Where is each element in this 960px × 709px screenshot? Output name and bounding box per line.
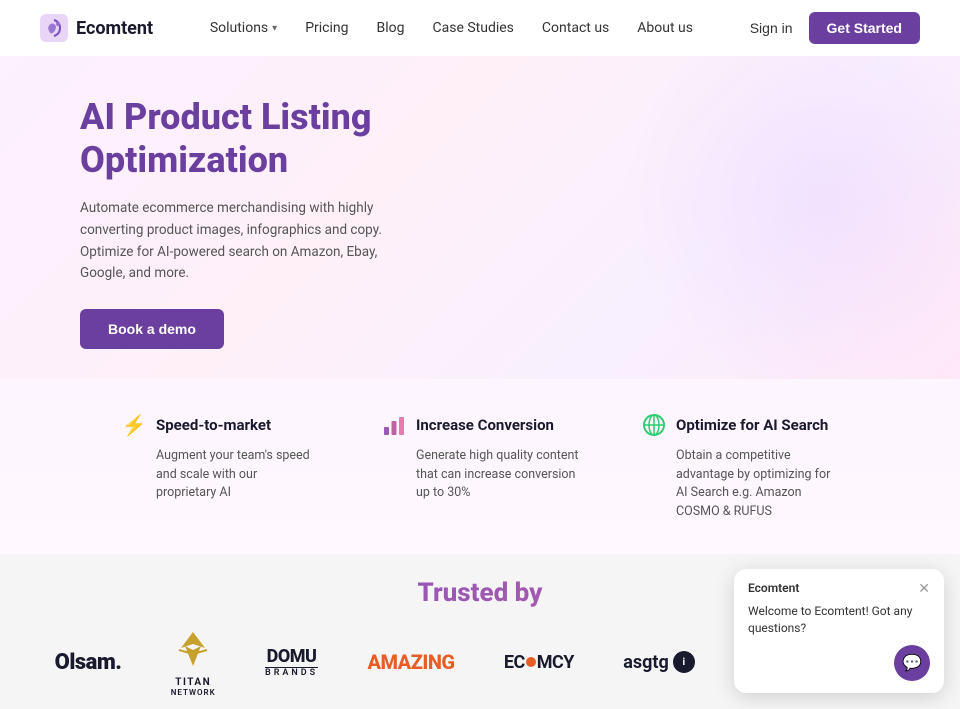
titan-icon (171, 628, 215, 677)
nav-center: Solutions ▾ Pricing Blog Case Studies Co… (210, 20, 693, 36)
feature-ai-search: Optimize for AI Search Obtain a competit… (640, 411, 840, 522)
hero-title: AI Product Listing Optimization (80, 96, 480, 182)
nav-pricing[interactable]: Pricing (305, 20, 348, 36)
feature-speed: ⚡ Speed-to-market Augment your team's sp… (120, 411, 320, 522)
chat-message: Welcome to Ecomtent! Got any questions? (748, 603, 930, 637)
trusted-section: Trusted by Olsam. TITAN NETWORK DOMU BRA… (0, 554, 960, 709)
logo-text: Ecomtent (76, 18, 153, 39)
bar-chart-icon (380, 411, 408, 439)
nav-about[interactable]: About us (637, 20, 693, 36)
hero-subtitle: Automate ecommerce merchandising with hi… (80, 198, 420, 284)
nav-right: Sign in Get Started (750, 12, 920, 44)
chat-bubble-icon: 💬 (902, 653, 922, 673)
feature-speed-title: Speed-to-market (156, 416, 271, 434)
chat-open-button[interactable]: 💬 (894, 645, 930, 681)
globe-icon (640, 411, 668, 439)
chat-widget-title: Ecomtent (748, 581, 799, 595)
lightning-icon: ⚡ (120, 411, 148, 439)
chat-widget: Ecomtent ✕ Welcome to Ecomtent! Got any … (734, 569, 944, 693)
feature-speed-desc: Augment your team's speed and scale with… (120, 447, 320, 503)
nav-contact[interactable]: Contact us (542, 20, 609, 36)
hero-section: AI Product Listing Optimization Automate… (0, 56, 960, 379)
nav-case-studies[interactable]: Case Studies (433, 20, 514, 36)
nav-blog[interactable]: Blog (377, 20, 405, 36)
logo-link[interactable]: Ecomtent (40, 14, 153, 42)
feature-conversion-desc: Generate high quality content that can i… (380, 447, 580, 503)
feature-ai-search-header: Optimize for AI Search (640, 411, 840, 439)
logo-olsam: Olsam. (55, 650, 122, 675)
logo-titan-network: TITAN NETWORK (171, 628, 216, 697)
feature-conversion-title: Increase Conversion (416, 416, 554, 434)
logo-amazing: AMAZING (367, 650, 454, 674)
nav-solutions[interactable]: Solutions ▾ (210, 20, 277, 36)
features-section: ⚡ Speed-to-market Augment your team's sp… (0, 379, 960, 554)
chat-footer: 💬 (748, 645, 930, 681)
feature-speed-header: ⚡ Speed-to-market (120, 411, 320, 439)
asgtgi-icon: i (673, 651, 695, 673)
logo-domu-brands: DOMU BRANDS (265, 646, 318, 678)
navbar: Ecomtent Solutions ▾ Pricing Blog Case S… (0, 0, 960, 56)
chat-header: Ecomtent ✕ (748, 581, 930, 595)
chevron-down-icon: ▾ (272, 23, 277, 34)
logo-icon (40, 14, 68, 42)
feature-ai-search-desc: Obtain a competitive advantage by optimi… (640, 447, 840, 522)
chat-close-button[interactable]: ✕ (918, 581, 930, 595)
signin-button[interactable]: Sign in (750, 20, 793, 36)
get-started-button[interactable]: Get Started (809, 12, 920, 44)
feature-conversion: Increase Conversion Generate high qualit… (380, 411, 580, 522)
feature-ai-search-title: Optimize for AI Search (676, 416, 828, 434)
feature-conversion-header: Increase Conversion (380, 411, 580, 439)
book-demo-button[interactable]: Book a demo (80, 309, 224, 349)
logo-ecomcy: ECMCY (504, 652, 574, 673)
logo-asgtgi: asgtg i (623, 651, 695, 673)
